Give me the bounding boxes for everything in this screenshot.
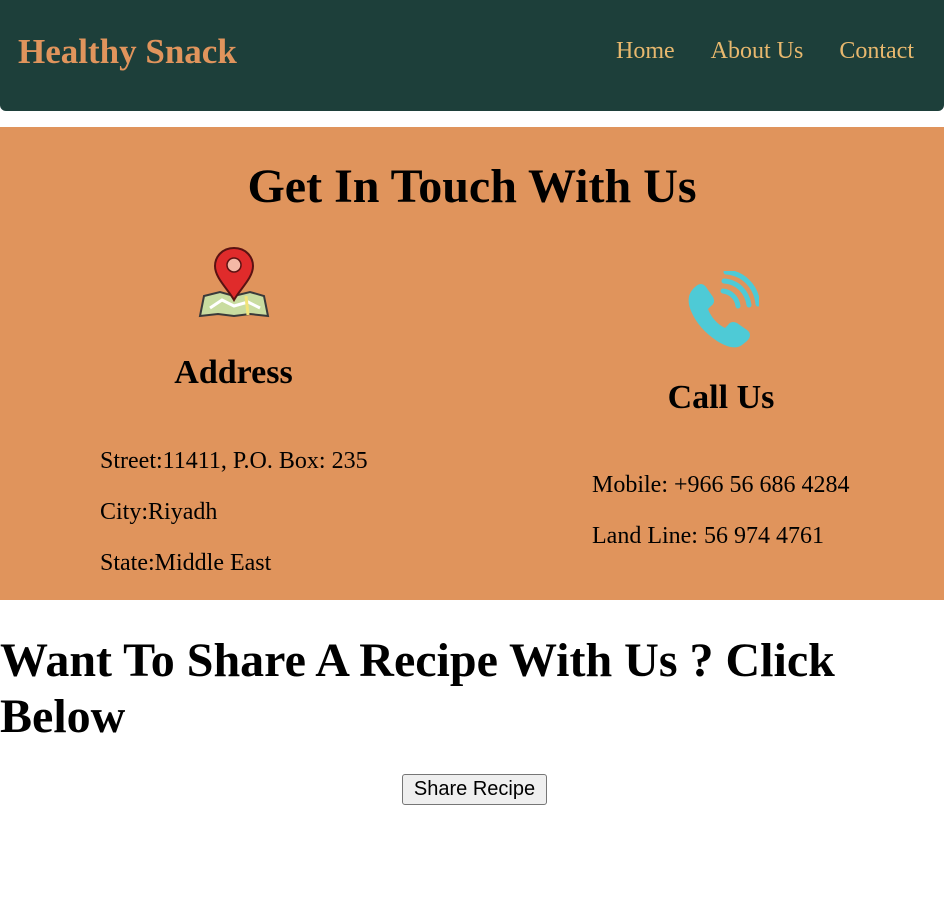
phone-icon xyxy=(688,271,759,348)
contact-title: Get In Touch With Us xyxy=(247,160,697,213)
nav-link-home[interactable]: Home xyxy=(616,36,675,66)
share-recipe-button[interactable]: Share Recipe xyxy=(402,774,547,805)
address-street: Street:11411, P.O. Box: 235 xyxy=(100,448,368,474)
map-pin-icon xyxy=(198,246,270,318)
address-state: State:Middle East xyxy=(100,550,272,576)
nav-link-about-us[interactable]: About Us xyxy=(711,36,804,66)
call-heading: Call Us xyxy=(667,379,775,416)
address-city: City:Riyadh xyxy=(100,499,218,525)
nav-link-contact[interactable]: Contact xyxy=(839,36,914,66)
navbar: Healthy Snack Home About Us Contact xyxy=(0,0,944,111)
nav-links: Home About Us Contact xyxy=(616,36,914,66)
share-recipe-heading: Want To Share A Recipe With Us ? Click B… xyxy=(0,634,835,743)
call-mobile: Mobile: +966 56 686 4284 xyxy=(592,472,850,498)
address-heading: Address xyxy=(174,354,293,391)
brand-logo-text[interactable]: Healthy Snack xyxy=(18,29,237,75)
contact-section: Get In Touch With Us Address Street:1141… xyxy=(0,127,944,600)
call-landline: Land Line: 56 974 4761 xyxy=(592,523,824,549)
